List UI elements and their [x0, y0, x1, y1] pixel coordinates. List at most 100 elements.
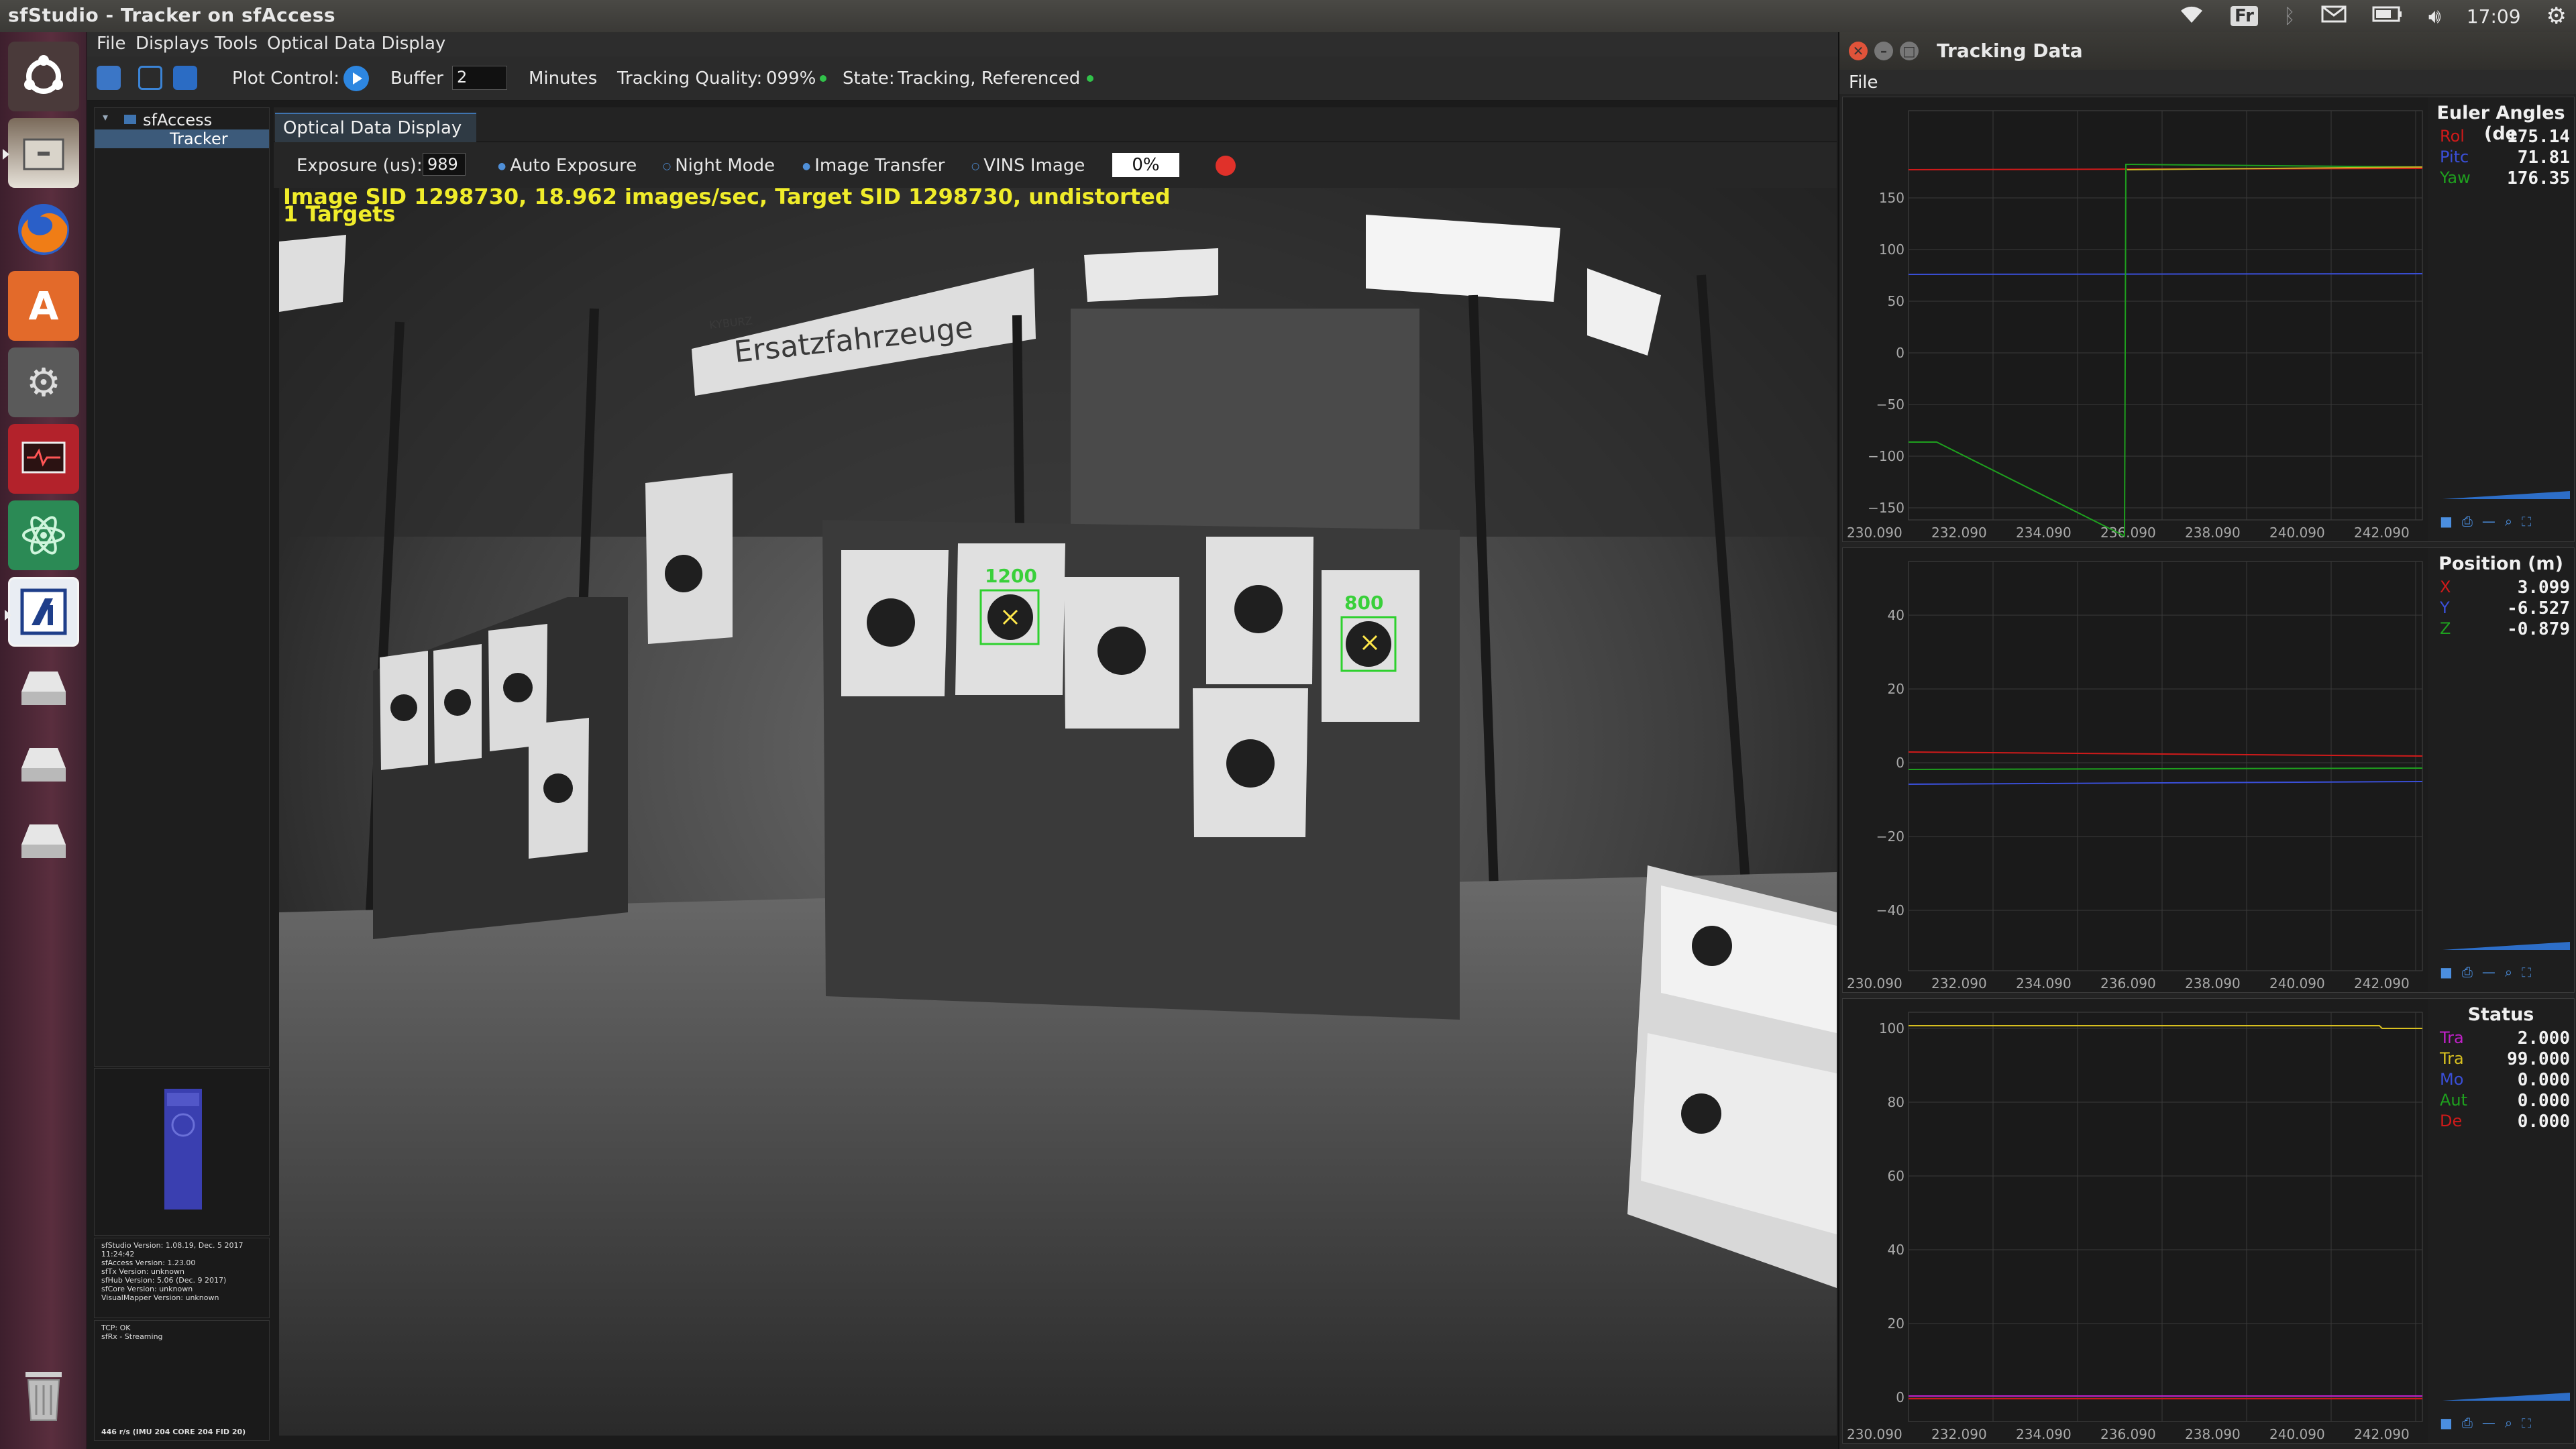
status-zoom-slider[interactable] — [2443, 1391, 2570, 1401]
device-icon — [124, 115, 136, 124]
close-window-button[interactable]: ✕ — [1849, 42, 1868, 60]
drive-icon-3[interactable] — [8, 806, 79, 876]
night-mode-checkbox[interactable]: ○ Night Mode — [663, 156, 775, 176]
camera-image[interactable]: Ersatzfahrzeuge KYBURZ Image SID 1298730… — [279, 188, 1837, 1436]
y-tick-label: −40 — [1876, 902, 1904, 918]
battery-icon[interactable] — [2372, 5, 2403, 28]
x-tick-label: 230.090 — [1847, 525, 1902, 541]
files-icon[interactable] — [3, 118, 79, 188]
legend-item[interactable]: Y -6.527 — [2440, 598, 2574, 619]
status-plot[interactable]: 230.090 232.090 234.090 236.090 238.090 240.0… — [1842, 998, 2575, 1444]
save-icon[interactable] — [173, 66, 197, 90]
system-settings-icon[interactable]: ⚙ — [8, 347, 79, 417]
tracking-window-menu: File — [1839, 70, 2576, 94]
euler-plot-tools[interactable]: ■⎙—⌕⛶ — [2440, 513, 2540, 529]
tree-item-sfaccess[interactable]: ▾ sfAccess — [95, 111, 269, 129]
legend-item-name: Aut — [2440, 1091, 2468, 1110]
y-tick-label: −150 — [1868, 500, 1904, 516]
legend-item[interactable]: De 0.000 — [2440, 1112, 2574, 1132]
legend-item-name: Tra — [2440, 1028, 2464, 1047]
expand-arrow-icon[interactable]: ▾ — [103, 111, 108, 123]
keyboard-layout-indicator[interactable]: Fr — [2230, 6, 2258, 26]
terminal-monitor-icon[interactable] — [8, 424, 79, 494]
firefox-icon[interactable] — [8, 195, 79, 264]
atom-editor-icon[interactable] — [8, 500, 79, 570]
tracking-window-titlebar[interactable]: ✕ – □ Tracking Data — [1839, 32, 2576, 70]
x-tick-label: 230.090 — [1847, 975, 1902, 991]
position-zoom-slider[interactable] — [2443, 940, 2570, 950]
y-tick-label: 40 — [1888, 607, 1904, 623]
record-button[interactable] — [1216, 156, 1236, 176]
wifi-icon[interactable] — [2178, 4, 2205, 29]
drive-icon-1[interactable] — [8, 653, 79, 723]
ubuntu-dash-icon[interactable] — [8, 42, 79, 111]
euler-angles-plot[interactable]: 230.090 232.090 234.090 236.090 238.090 240.0… — [1842, 97, 2575, 542]
drive-icon-2[interactable] — [8, 730, 79, 800]
mail-icon[interactable] — [2321, 5, 2347, 28]
x-tick-label: 234.090 — [2016, 1426, 2072, 1442]
y-tick-label: −100 — [1868, 448, 1904, 464]
sfstudio-app-icon[interactable] — [5, 577, 79, 647]
image-transfer-checkbox[interactable]: ● Image Transfer — [802, 156, 945, 176]
menu-displays[interactable]: Displays — [136, 34, 209, 54]
legend-item[interactable]: Mo 0.000 — [2440, 1070, 2574, 1090]
legend-item[interactable]: Tra 99.000 — [2440, 1049, 2574, 1069]
legend-item-value: 175.14 — [2507, 127, 2570, 147]
legend-item[interactable]: Pitc 71.81 — [2440, 148, 2574, 168]
version-line: sfTx Version: unknown — [101, 1267, 184, 1276]
launcher: A ⚙ — [0, 32, 87, 1449]
x-tick-label: 240.090 — [2269, 1426, 2325, 1442]
volume-icon[interactable]: 🔊︎ — [2428, 5, 2441, 28]
play-button[interactable] — [343, 66, 369, 91]
night-mode-label: Night Mode — [675, 156, 775, 176]
target-label-800: 800 — [1344, 592, 1384, 614]
x-tick-label: 232.090 — [1931, 1426, 1987, 1442]
legend-item-value: 0.000 — [2517, 1091, 2570, 1111]
auto-exposure-label: Auto Exposure — [510, 156, 637, 176]
position-plot-canvas[interactable]: 230.090 232.090 234.090 236.090 238.090 240.0… — [1843, 548, 2428, 994]
x-tick-label: 238.090 — [2185, 1426, 2241, 1442]
minimize-window-button[interactable]: – — [1874, 42, 1893, 60]
y-tick-label: 0 — [1896, 345, 1904, 361]
rate-footer: 446 r/s (IMU 204 CORE 204 FID 20) — [101, 1428, 246, 1436]
position-plot-tools[interactable]: ■⎙—⌕⛶ — [2440, 964, 2540, 980]
tracking-menu-file[interactable]: File — [1849, 72, 1878, 93]
state-status-dot — [1087, 75, 1093, 82]
device-tree: ▾ sfAccess Tracker — [94, 107, 270, 1067]
x-tick-label: 232.090 — [1931, 975, 1987, 991]
legend-item[interactable]: Yaw 176.35 — [2440, 168, 2574, 189]
legend-item[interactable]: Aut 0.000 — [2440, 1091, 2574, 1111]
status-plot-tools[interactable]: ■⎙—⌕⛶ — [2440, 1415, 2540, 1431]
y-tick-label: 80 — [1888, 1094, 1904, 1110]
version-line: sfHub Version: 5.06 (Dec. 9 2017) — [101, 1276, 227, 1285]
exposure-input[interactable]: 989 — [423, 153, 466, 176]
vins-image-checkbox[interactable]: ○ VINS Image — [971, 156, 1085, 176]
legend-item[interactable]: Z -0.879 — [2440, 619, 2574, 639]
status-plot-canvas[interactable]: 230.090 232.090 234.090 236.090 238.090 240.0… — [1843, 999, 2428, 1444]
tree-label-tracker: Tracker — [170, 129, 228, 148]
image-transfer-label: Image Transfer — [814, 156, 945, 176]
legend-item[interactable]: Tra 2.000 — [2440, 1028, 2574, 1049]
settings-gear-icon[interactable]: ⚙ — [2546, 3, 2567, 30]
position-plot[interactable]: 230.090 232.090 234.090 236.090 238.090 240.0… — [1842, 547, 2575, 993]
version-line: 11:24:42 — [101, 1250, 135, 1258]
menu-file[interactable]: File — [97, 34, 126, 54]
trash-icon[interactable] — [8, 1360, 79, 1430]
buffer-input[interactable]: 2 — [452, 66, 507, 90]
auto-exposure-checkbox[interactable]: ● Auto Exposure — [498, 156, 637, 176]
maximize-window-button[interactable]: □ — [1900, 42, 1919, 60]
clock[interactable]: 17:09 — [2467, 5, 2521, 28]
tree-item-tracker[interactable]: Tracker — [95, 129, 269, 148]
open-folder-icon[interactable] — [138, 66, 162, 90]
software-center-icon[interactable]: A — [8, 271, 79, 341]
legend-item[interactable]: X 3.099 — [2440, 578, 2574, 598]
euler-zoom-slider[interactable] — [2443, 489, 2570, 499]
legend-item[interactable]: Rol 175.14 — [2440, 127, 2574, 147]
legend-item-value: 99.000 — [2507, 1049, 2570, 1069]
menu-optical-data-display[interactable]: Optical Data Display — [267, 34, 445, 54]
tab-optical-data-display[interactable]: Optical Data Display ✕ — [275, 113, 476, 157]
euler-plot-canvas[interactable]: 230.090 232.090 234.090 236.090 238.090 240.0… — [1843, 97, 2428, 543]
menu-tools[interactable]: Tools — [215, 34, 258, 54]
connect-plug-icon[interactable] — [97, 66, 121, 90]
bluetooth-icon[interactable]: ᛒ — [2284, 5, 2296, 28]
